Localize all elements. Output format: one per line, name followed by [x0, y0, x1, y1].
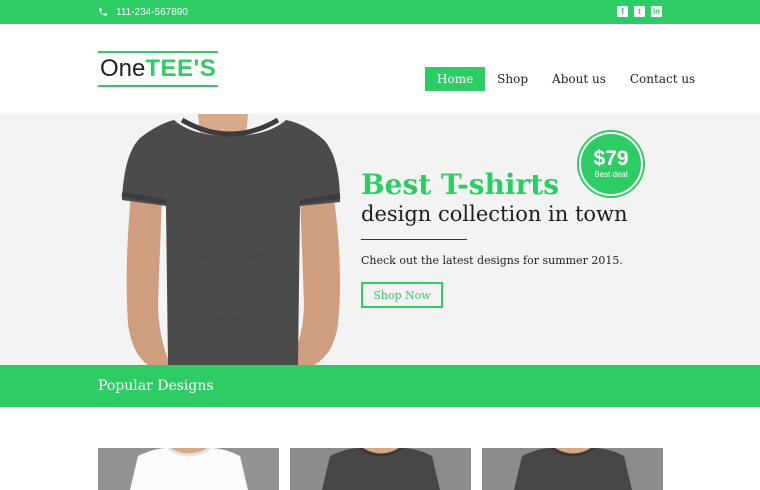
- top-bar: 111-234-567890 f t in: [0, 0, 760, 24]
- price-badge: $79 Best deal: [579, 132, 643, 196]
- hero-model-image: [118, 114, 348, 365]
- hero-subtitle: design collection in town: [361, 202, 628, 226]
- site-logo[interactable]: One TEE'S: [98, 51, 219, 87]
- popular-designs-band: Popular Designs: [0, 365, 760, 407]
- product-image: [290, 448, 471, 490]
- logo-text-tees: TEE'S: [145, 55, 217, 82]
- nav-item-home[interactable]: Home: [425, 67, 486, 91]
- hero-title: Best T-shirts: [361, 168, 559, 201]
- twitter-icon[interactable]: t: [634, 6, 645, 17]
- hero-banner: Best T-shirts design collection in town …: [0, 114, 760, 365]
- nav-item-about-us[interactable]: About us: [540, 67, 618, 91]
- site-header: One TEE'S Home Shop About us Contact us: [0, 24, 760, 114]
- main-nav: Home Shop About us Contact us: [425, 67, 707, 91]
- product-image: [98, 448, 279, 490]
- facebook-icon[interactable]: f: [617, 6, 628, 17]
- contact-phone: 111-234-567890: [98, 0, 188, 24]
- nav-item-shop[interactable]: Shop: [485, 67, 540, 91]
- product-card-white-tee[interactable]: [98, 448, 279, 490]
- shop-now-button[interactable]: Shop Now: [361, 282, 443, 308]
- linkedin-icon[interactable]: in: [651, 6, 662, 17]
- hero-divider: [361, 239, 467, 240]
- hero-description: Check out the latest designs for summer …: [361, 254, 623, 267]
- product-image: [482, 448, 663, 490]
- social-links: f t in: [617, 6, 662, 17]
- logo-text-one: One: [100, 55, 146, 82]
- product-card-gray-tee[interactable]: [290, 448, 471, 490]
- badge-label: Best deal: [594, 170, 628, 179]
- product-card-gray-tee-2[interactable]: [482, 448, 663, 490]
- badge-price: $79: [593, 147, 629, 170]
- section-title: Popular Designs: [98, 378, 214, 394]
- nav-item-contact-us[interactable]: Contact us: [618, 67, 707, 91]
- phone-number: 111-234-567890: [116, 6, 188, 18]
- phone-icon: [98, 7, 108, 17]
